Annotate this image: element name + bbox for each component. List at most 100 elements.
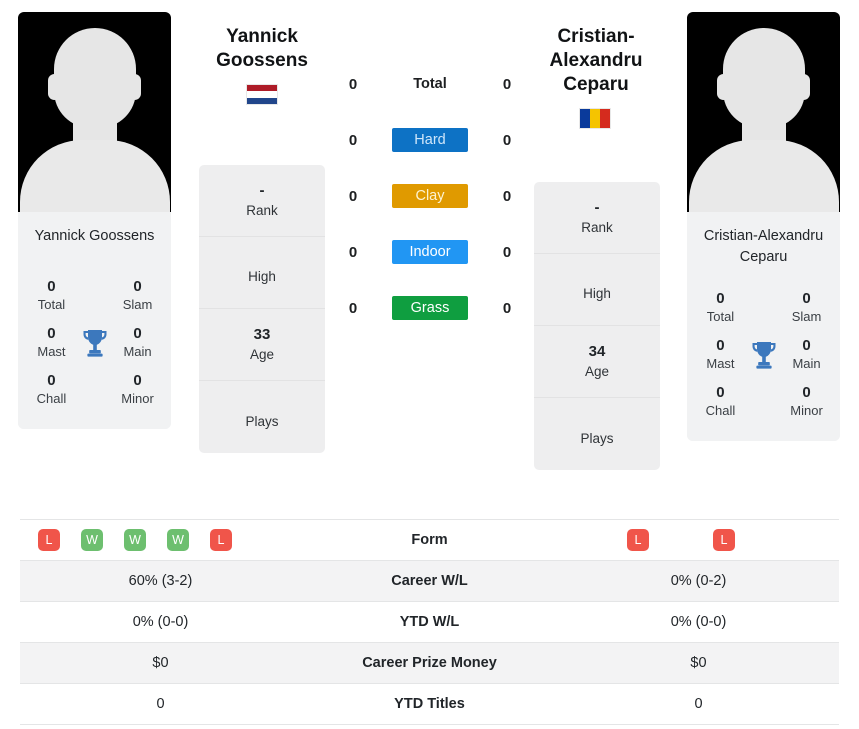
surface-count-right-indoor: 0 — [502, 243, 512, 261]
table-row: 0% (0-0) YTD W/L 0% (0-0) — [20, 601, 839, 643]
rank-segment-high-right: High — [534, 254, 660, 326]
titles-slam-right: 0 Slam — [791, 290, 822, 324]
titles-minor-right: 0 Minor — [790, 384, 823, 418]
titles-row-mast-main-right: 0 Mast 0 Main — [687, 331, 840, 378]
table-row: LWWWL Form LL — [20, 519, 839, 561]
rank-segment-age-left: 33 Age — [199, 309, 325, 381]
surface-label-clay: Clay — [392, 184, 468, 208]
surface-count-left-grass: 0 — [348, 299, 358, 317]
form-badge-l[interactable]: L — [627, 529, 649, 551]
player-photo-caption-left: Yannick Goossens — [18, 212, 171, 268]
avatar-ear-right-icon — [128, 74, 141, 100]
surface-count-right-total: 0 — [502, 75, 512, 93]
surface-label-total: Total — [413, 76, 447, 92]
trophy-icon — [744, 340, 783, 370]
player-name-left[interactable]: Yannick Goossens — [187, 25, 337, 73]
surface-count-right-grass: 0 — [502, 299, 512, 317]
titles-mast-right: 0 Mast — [706, 337, 735, 371]
titles-total-right: 0 Total — [706, 290, 735, 324]
stat-value-right-prize-money: $0 — [690, 655, 707, 671]
avatar-body-icon — [19, 140, 170, 212]
form-badge-empty — [799, 529, 821, 551]
surface-count-right-clay: 0 — [502, 187, 512, 205]
surface-label-indoor: Indoor — [392, 240, 468, 264]
titles-slam-left: 0 Slam — [122, 278, 153, 312]
surface-count-left-hard: 0 — [348, 131, 358, 149]
surface-count-left-total: 0 — [348, 75, 358, 93]
titles-row-mast-main-left: 0 Mast 0 Main — [18, 319, 171, 366]
titles-chall-left: 0 Chall — [36, 372, 67, 406]
avatar-body-icon — [688, 140, 839, 212]
rank-segment-age-right: 34 Age — [534, 326, 660, 398]
surface-row-indoor: 0 Indoor 0 — [340, 224, 520, 280]
form-badge-w[interactable]: W — [124, 529, 146, 551]
avatar-ear-right-icon — [797, 74, 810, 100]
stat-label-prize-money: Career Prize Money — [362, 655, 497, 671]
player-photo-right — [687, 12, 840, 212]
player-card-right[interactable]: Cristian-Alexandru Ceparu 0 Total 0 Slam… — [687, 12, 840, 441]
stat-label-career-wl: Career W/L — [391, 573, 468, 589]
titles-total-left: 0 Total — [37, 278, 66, 312]
stat-value-left-prize-money: $0 — [152, 655, 169, 671]
titles-grid-left: 0 Total 0 Slam 0 Mast 0 Main 0 Chall 0 M… — [18, 268, 171, 429]
form-cell-right: LL — [558, 520, 839, 561]
rank-segment-plays-right: Plays — [580, 430, 614, 446]
titles-row-total-slam-right: 0 Total 0 Slam — [687, 284, 840, 331]
player-photo-caption-right: Cristian-Alexandru Ceparu — [687, 212, 840, 280]
form-badge-w[interactable]: W — [81, 529, 103, 551]
rank-segment-rank-right: - Rank — [534, 182, 660, 254]
titles-main-right: 0 Main — [792, 337, 821, 371]
form-badge-w[interactable]: W — [167, 529, 189, 551]
form-badges-left: LWWWL — [20, 529, 301, 551]
stat-label-ytd-titles: YTD Titles — [394, 696, 465, 712]
netherlands-flag-icon — [246, 84, 278, 105]
rank-segment-rank-left: - Rank — [199, 165, 325, 237]
surface-row-clay: 0 Clay 0 — [340, 168, 520, 224]
player-comparison-header: Yannick Goossens 0 Total 0 Slam 0 Mast 0… — [0, 0, 859, 515]
titles-chall-right: 0 Chall — [705, 384, 736, 418]
form-badge-l[interactable]: L — [713, 529, 735, 551]
titles-row-chall-minor-left: 0 Chall 0 Minor — [18, 366, 171, 413]
stat-value-right-ytd-titles: 0 — [694, 696, 703, 712]
titles-grid-right: 0 Total 0 Slam 0 Mast 0 Main 0 Chall 0 M… — [687, 280, 840, 441]
table-row: 0 YTD Titles 0 — [20, 683, 839, 725]
avatar-ear-left-icon — [48, 74, 61, 100]
rank-segment-high-left: High — [199, 237, 325, 309]
stat-value-left-ytd-wl: 0% (0-0) — [132, 614, 189, 630]
form-badge-l[interactable]: L — [210, 529, 232, 551]
stat-value-right-ytd-wl: 0% (0-0) — [670, 614, 727, 630]
trophy-icon — [75, 328, 114, 358]
form-cell-left: LWWWL — [20, 520, 301, 561]
surface-label-hard: Hard — [392, 128, 468, 152]
rank-card-right: - Rank High 34 Age Plays — [534, 182, 660, 470]
form-badge-l[interactable]: L — [38, 529, 60, 551]
rank-segment-plays-left: Plays — [245, 413, 279, 429]
surface-count-left-indoor: 0 — [348, 243, 358, 261]
form-badge-empty — [756, 529, 778, 551]
form-badges-right: LL — [558, 529, 839, 551]
titles-main-left: 0 Main — [123, 325, 152, 359]
surface-count-left-clay: 0 — [348, 187, 358, 205]
player-card-left[interactable]: Yannick Goossens 0 Total 0 Slam 0 Mast 0… — [18, 12, 171, 429]
comparison-stats-table: LWWWL Form LL 60% (3-2) Career W/L 0% (0… — [20, 519, 839, 725]
surface-count-right-hard: 0 — [502, 131, 512, 149]
rank-card-left: - Rank High 33 Age Plays — [199, 165, 325, 453]
stat-label-ytd-wl: YTD W/L — [399, 614, 460, 630]
surface-row-grass: 0 Grass 0 — [340, 280, 520, 336]
stat-value-left-career-wl: 60% (3-2) — [128, 573, 193, 589]
stat-label-form: Form — [411, 532, 448, 548]
player-photo-left — [18, 12, 171, 212]
surface-row-total: 0 Total 0 — [340, 56, 520, 112]
player-name-right[interactable]: Cristian-Alexandru Ceparu — [521, 25, 671, 97]
surface-row-hard: 0 Hard 0 — [340, 112, 520, 168]
titles-mast-left: 0 Mast — [37, 325, 66, 359]
avatar-ear-left-icon — [717, 74, 730, 100]
stat-value-right-career-wl: 0% (0-2) — [670, 573, 727, 589]
stat-value-left-ytd-titles: 0 — [156, 696, 165, 712]
titles-row-total-slam-left: 0 Total 0 Slam — [18, 272, 171, 319]
table-row: 60% (3-2) Career W/L 0% (0-2) — [20, 560, 839, 602]
surface-label-grass: Grass — [392, 296, 468, 320]
titles-row-chall-minor-right: 0 Chall 0 Minor — [687, 378, 840, 425]
form-badge-empty — [670, 529, 692, 551]
titles-minor-left: 0 Minor — [121, 372, 154, 406]
